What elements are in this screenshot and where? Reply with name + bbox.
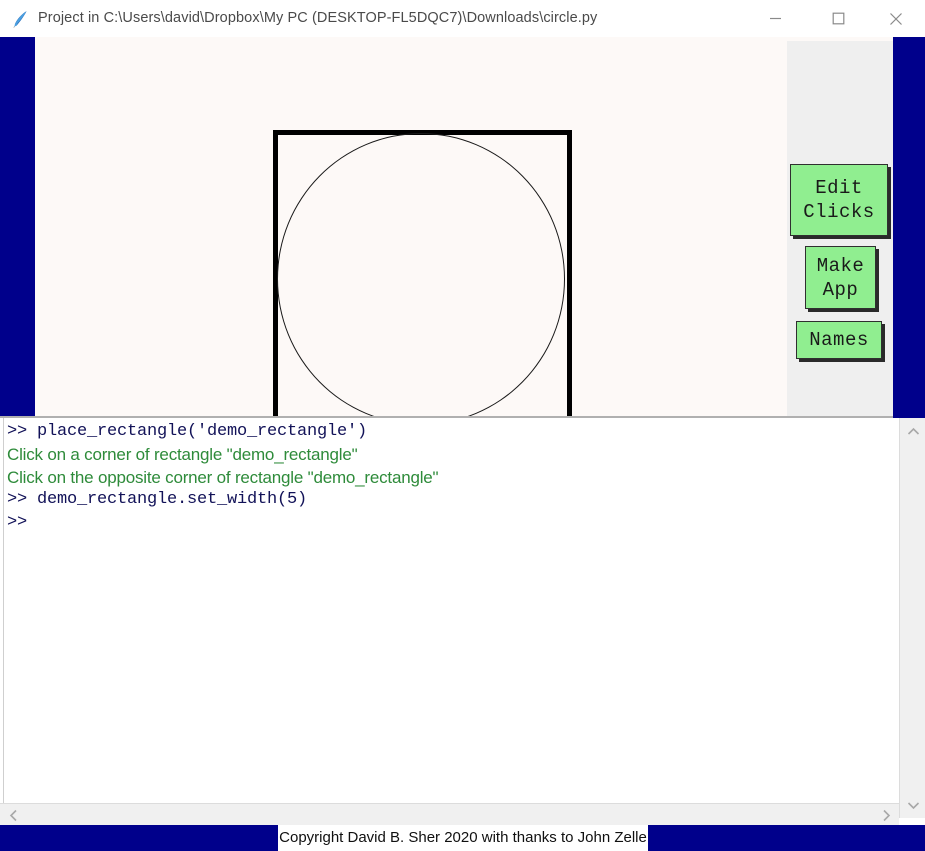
drawing-canvas[interactable] [35,41,787,434]
console-line: >> place_rectangle('demo_rectangle') [7,422,368,441]
scroll-up-button[interactable] [900,420,925,442]
title-bar: Project in C:\Users\david\Dropbox\My PC … [0,0,925,38]
chevron-up-icon [907,427,919,435]
console-region: >> place_rectangle('demo_rectangle') Cli… [0,418,925,818]
close-button[interactable] [873,0,919,37]
names-button[interactable]: Names [796,321,882,359]
maximize-button[interactable] [815,0,861,37]
chevron-left-icon [9,809,17,821]
console-vertical-scrollbar[interactable] [899,418,925,818]
chevron-right-icon [882,809,890,821]
console-horizontal-scrollbar[interactable] [0,803,899,827]
maximize-icon [832,12,844,25]
canvas-region: Edit Clicks Make App Names [0,37,925,434]
minimize-icon [769,17,781,20]
scroll-right-button[interactable] [875,804,897,826]
copyright-label: Copyright David B. Sher 2020 with thanks… [278,825,648,851]
close-icon [890,12,902,25]
scroll-left-button[interactable] [2,804,24,826]
canvas-right-border [893,37,925,418]
scroll-down-button[interactable] [900,794,925,816]
console-output[interactable]: >> place_rectangle('demo_rectangle') Cli… [3,418,898,803]
console-line: >> demo_rectangle.set_width(5) [7,490,308,510]
python-feather-icon [10,8,32,30]
make-app-button[interactable]: Make App [805,246,876,309]
application-window: Project in C:\Users\david\Dropbox\My PC … [0,0,925,851]
console-prompt-line: >> [7,513,28,533]
window-title: Project in C:\Users\david\Dropbox\My PC … [38,10,598,26]
minimize-button[interactable] [752,0,798,37]
edit-clicks-button[interactable]: Edit Clicks [790,164,888,236]
console-line: Click on a corner of rectangle "demo_rec… [7,444,358,464]
console-line: Click on the opposite corner of rectangl… [7,467,439,487]
canvas-left-border [0,37,35,418]
chevron-down-icon [907,801,919,809]
shape-inscribed-circle[interactable] [277,133,565,425]
